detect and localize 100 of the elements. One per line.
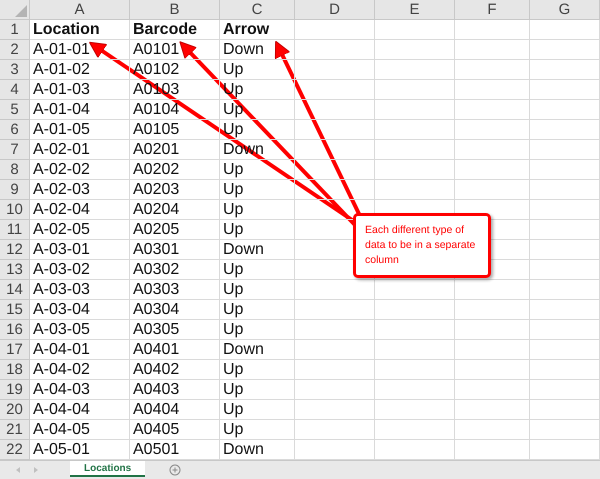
row-header[interactable]: 5 [0, 100, 30, 120]
row-header[interactable]: 8 [0, 160, 30, 180]
table-cell: A0301 [130, 240, 220, 260]
table-cell: Up [220, 100, 295, 120]
column-header[interactable]: D [295, 0, 375, 20]
table-cell: A-03-03 [30, 280, 130, 300]
sheet-tab[interactable]: Locations [70, 461, 146, 477]
table-cell: A-02-05 [30, 220, 130, 240]
table-cell: A0305 [130, 320, 220, 340]
table-cell: A-01-02 [30, 60, 130, 80]
table-cell [530, 380, 600, 400]
table-cell: A0102 [130, 60, 220, 80]
table-cell: A-02-01 [30, 140, 130, 160]
scroll-left-icon[interactable] [14, 466, 22, 474]
table-cell [530, 20, 600, 40]
row-header[interactable]: 13 [0, 260, 30, 280]
table-cell: Down [220, 40, 295, 60]
row-header[interactable]: 11 [0, 220, 30, 240]
table-cell: Up [220, 280, 295, 300]
table-cell: A0104 [130, 100, 220, 120]
table-cell: Up [220, 220, 295, 240]
table-cell: A0202 [130, 160, 220, 180]
table-cell: Up [220, 300, 295, 320]
row-header[interactable]: 1 [0, 20, 30, 40]
table-cell: Arrow [220, 20, 295, 40]
table-cell: A0203 [130, 180, 220, 200]
table-cell: A-04-05 [30, 420, 130, 440]
table-cell: A-04-02 [30, 360, 130, 380]
row-header[interactable]: 14 [0, 280, 30, 300]
table-cell: A-03-04 [30, 300, 130, 320]
table-cell: A0101 [130, 40, 220, 60]
table-cell: Up [220, 200, 295, 220]
row-header[interactable]: 12 [0, 240, 30, 260]
select-all-corner[interactable] [0, 0, 30, 20]
table-cell [530, 300, 600, 320]
row-header[interactable]: 19 [0, 380, 30, 400]
table-cell [530, 420, 600, 440]
table-cell: Up [220, 180, 295, 200]
column-header[interactable]: A [30, 0, 130, 20]
table-cell [530, 140, 600, 160]
table-cell [530, 240, 600, 260]
table-cell [530, 280, 600, 300]
row-header[interactable]: 10 [0, 200, 30, 220]
table-cell [530, 260, 600, 280]
row-header[interactable]: 18 [0, 360, 30, 380]
table-cell: Up [220, 60, 295, 80]
column-header[interactable]: B [130, 0, 220, 20]
table-cell: A-04-03 [30, 380, 130, 400]
table-cell: A0302 [130, 260, 220, 280]
column-header[interactable]: G [530, 0, 600, 20]
table-cell: Up [220, 360, 295, 380]
row-header[interactable]: 20 [0, 400, 30, 420]
table-cell [530, 200, 600, 220]
table-cell: A-03-05 [30, 320, 130, 340]
table-cell: A0404 [130, 400, 220, 420]
row-header[interactable]: 2 [0, 40, 30, 60]
column-header[interactable]: E [375, 0, 455, 20]
column-header[interactable]: C [220, 0, 295, 20]
table-cell [530, 120, 600, 140]
table-cell: A-03-02 [30, 260, 130, 280]
column-header[interactable]: F [455, 0, 530, 20]
table-cell: Up [220, 400, 295, 420]
row-header[interactable]: 3 [0, 60, 30, 80]
table-cell: A0303 [130, 280, 220, 300]
row-header[interactable]: 7 [0, 140, 30, 160]
table-cell: A0201 [130, 140, 220, 160]
row-header[interactable]: 21 [0, 420, 30, 440]
table-cell [530, 340, 600, 360]
table-cell [530, 100, 600, 120]
table-cell: A-02-02 [30, 160, 130, 180]
table-cell: Up [220, 320, 295, 340]
row-header[interactable]: 16 [0, 320, 30, 340]
row-header[interactable]: 22 [0, 440, 30, 460]
table-cell: A-02-03 [30, 180, 130, 200]
table-cell: A-01-03 [30, 80, 130, 100]
table-cell: Up [220, 380, 295, 400]
row-header[interactable]: 9 [0, 180, 30, 200]
row-header[interactable]: 17 [0, 340, 30, 360]
table-cell [530, 60, 600, 80]
scroll-right-icon[interactable] [32, 466, 40, 474]
table-cell: Down [220, 240, 295, 260]
table-cell [530, 160, 600, 180]
table-cell: A-04-01 [30, 340, 130, 360]
table-cell: A-01-01 [30, 40, 130, 60]
table-cell: A-01-05 [30, 120, 130, 140]
row-header[interactable]: 6 [0, 120, 30, 140]
callout-note: Each different type of data to be in a separate column [353, 213, 491, 278]
table-cell: Up [220, 160, 295, 180]
table-cell [530, 180, 600, 200]
table-cell: A0403 [130, 380, 220, 400]
table-cell: A-01-04 [30, 100, 130, 120]
table-cell: A0204 [130, 200, 220, 220]
row-header[interactable]: 4 [0, 80, 30, 100]
row-header[interactable]: 15 [0, 300, 30, 320]
add-sheet-icon[interactable] [169, 464, 182, 476]
table-cell: A-04-04 [30, 400, 130, 420]
table-cell: A0402 [130, 360, 220, 380]
table-cell [530, 40, 600, 60]
table-cell [530, 80, 600, 100]
table-cell: A0205 [130, 220, 220, 240]
